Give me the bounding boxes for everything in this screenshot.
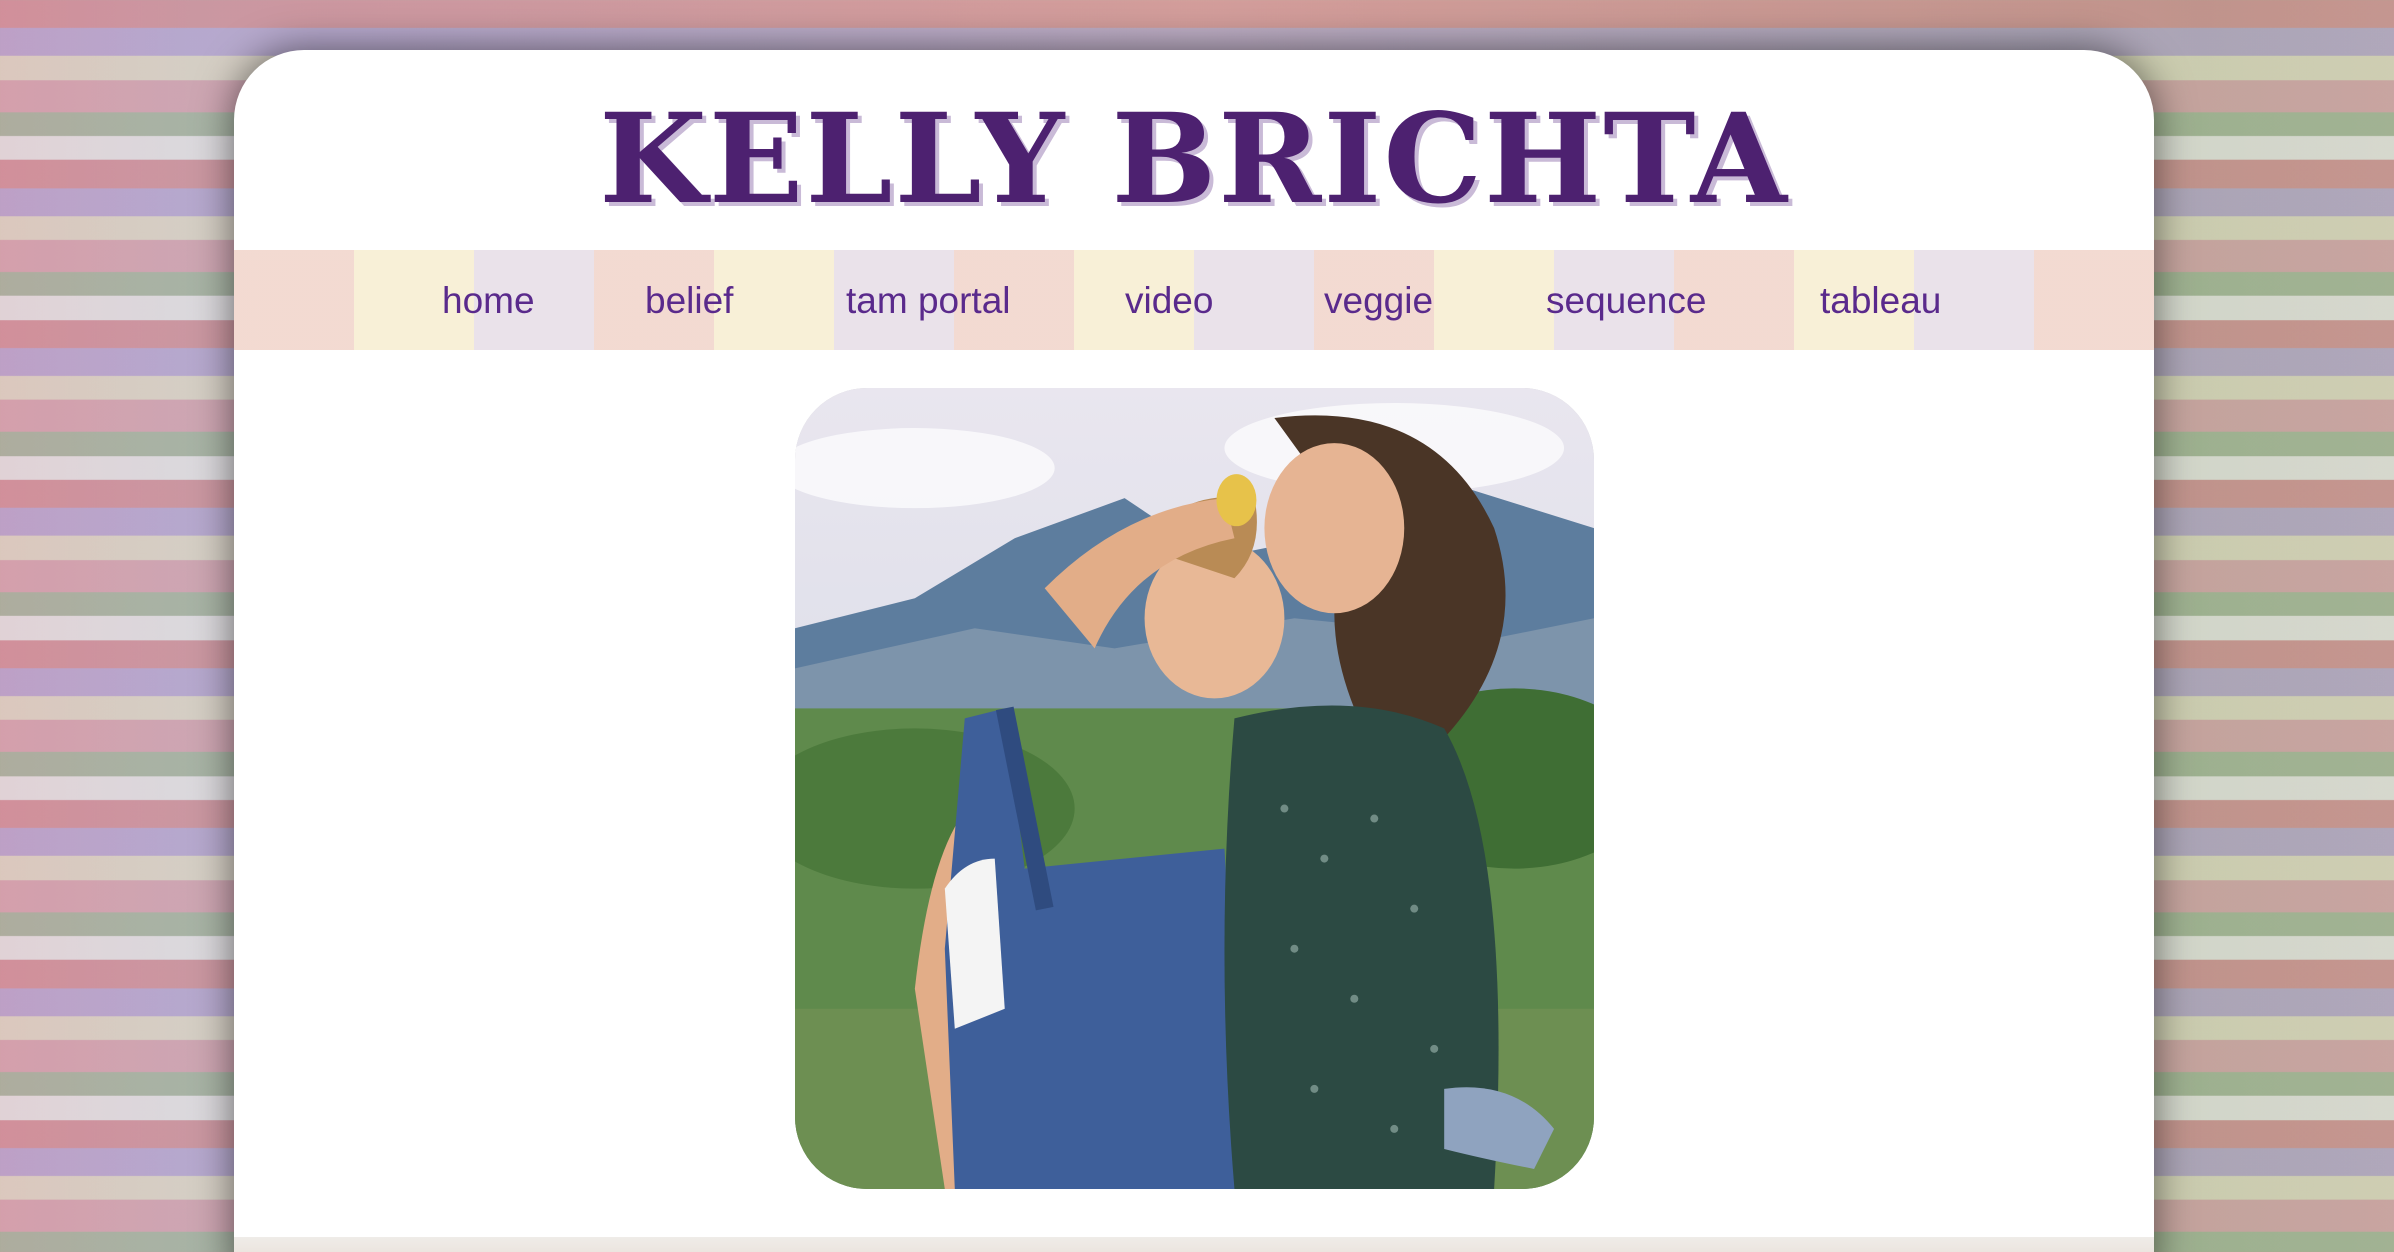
nav-item-home[interactable]: home [442,282,535,319]
nav-item-video[interactable]: video [1125,282,1213,319]
footer-strip [234,1237,2154,1252]
nav-item-tableau[interactable]: tableau [1820,282,1941,319]
content-card: KELLY BRICHTA home belief tam portal vid… [234,50,2154,1252]
main-nav: home belief tam portal video veggie sequ… [234,250,2154,350]
nav-item-veggie[interactable]: veggie [1324,282,1433,319]
nav-item-belief[interactable]: belief [645,282,733,319]
site-logo[interactable]: KELLY BRICHTA [234,98,2154,222]
featured-photo [795,388,1594,1189]
nav-item-sequence[interactable]: sequence [1546,282,1706,319]
photo-illustration [795,388,1594,1189]
nav-item-tam-portal[interactable]: tam portal [846,282,1011,319]
